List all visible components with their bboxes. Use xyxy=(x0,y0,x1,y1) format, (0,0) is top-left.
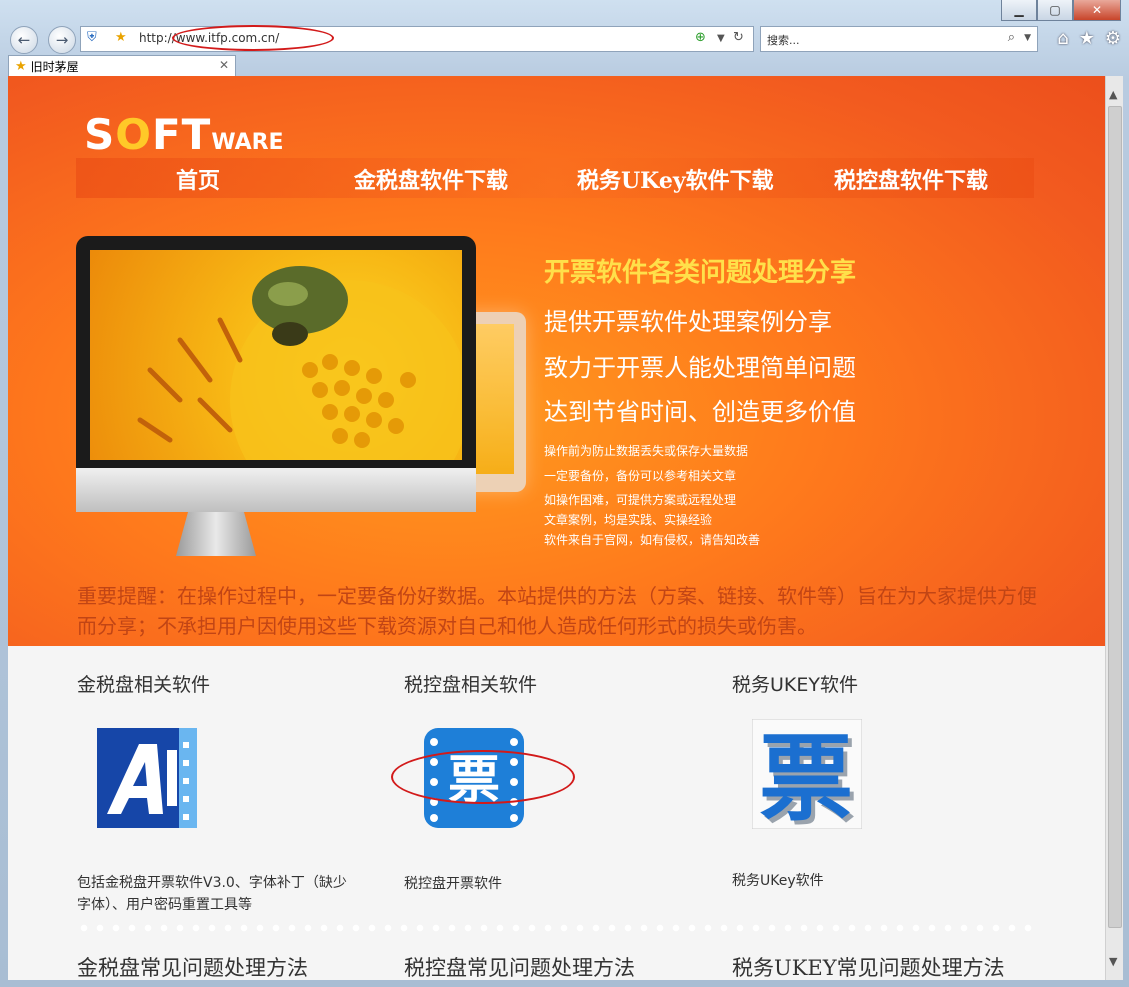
back-arrow-icon: ← xyxy=(17,31,31,49)
tab-main[interactable]: ★ 旧时茅屋 ✕ xyxy=(8,55,236,77)
annotation-ellipse-url xyxy=(172,25,334,51)
hero-title: 开票软件各类问题处理分享 xyxy=(544,258,857,288)
bottom-title-jinshuipan[interactable]: 金税盘常见问题处理方法 xyxy=(77,952,308,980)
favorites-star-icon: ★ xyxy=(115,30,127,45)
page-content: SOFTWARE 首页 金税盘软件下载 税务UKey软件下载 税控盘软件下载 开… xyxy=(8,76,1105,980)
menu-item-jinshuipan[interactable]: 金税盘软件下载 xyxy=(354,163,508,195)
vertical-scrollbar[interactable]: ▲ ▼ xyxy=(1105,76,1123,980)
hero-line-2: 致力于开票人能处理简单问题 xyxy=(544,354,856,382)
tab-bar: ★ 旧时茅屋 ✕ xyxy=(8,54,1121,77)
flower-beetle-image xyxy=(90,250,462,460)
monitor-image xyxy=(76,236,476,512)
scroll-thumb[interactable] xyxy=(1108,106,1122,928)
shield-icon: ⛨ xyxy=(87,30,97,45)
site-logo[interactable]: SOFTWARE xyxy=(84,110,284,159)
icon-glyph-text: 票 xyxy=(759,725,853,829)
compatibility-icon[interactable]: ⊕ xyxy=(695,30,706,45)
section-title[interactable]: 金税盘相关软件 xyxy=(77,670,377,697)
favorites-icon[interactable]: ★ xyxy=(1079,28,1095,49)
hero-line-1: 提供开票软件处理案例分享 xyxy=(544,308,832,336)
search-dropdown-icon[interactable]: ▼ xyxy=(1024,33,1031,43)
close-button[interactable]: ✕ xyxy=(1073,0,1121,21)
search-box[interactable]: 搜索... ⌕ ▼ xyxy=(760,26,1038,52)
section-title[interactable]: 税控盘相关软件 xyxy=(404,670,704,697)
search-icon[interactable]: ⌕ xyxy=(1008,30,1015,45)
search-input[interactable]: 搜索... xyxy=(767,32,800,48)
dropdown-icon[interactable]: ▼ xyxy=(717,33,725,44)
scroll-up-icon[interactable]: ▲ xyxy=(1109,88,1117,101)
section-jinshuipan-software: 金税盘相关软件 xyxy=(77,670,377,697)
forward-arrow-icon: → xyxy=(55,31,69,49)
important-notice: 重要提醒：在操作过程中，一定要备份好数据。本站提供的方法（方案、链接、软件等）旨… xyxy=(77,584,1037,638)
tab-favicon-star-icon: ★ xyxy=(15,59,27,74)
minimize-button[interactable]: ▁ xyxy=(1001,0,1037,21)
section-desc: 税务UKey软件 xyxy=(732,873,824,889)
menu-item-ukey[interactable]: 税务UKey软件下载 xyxy=(577,163,774,195)
section-shuikongpan-software: 税控盘相关软件 xyxy=(404,670,704,697)
section-title[interactable]: 税务UKEY软件 xyxy=(732,670,1032,697)
section-ukey-software: 税务UKEY软件 xyxy=(732,670,1032,697)
forward-button[interactable]: → xyxy=(48,26,76,54)
main-menu: 首页 金税盘软件下载 税务UKey软件下载 税控盘软件下载 xyxy=(76,158,1034,198)
hero-small-5: 软件来自于官网，如有侵权，请告知改善 xyxy=(544,533,761,547)
hero-banner: SOFTWARE 首页 金税盘软件下载 税务UKey软件下载 税控盘软件下载 开… xyxy=(8,76,1105,646)
scroll-down-icon[interactable]: ▼ xyxy=(1109,955,1117,968)
back-button[interactable]: ← xyxy=(10,26,38,54)
section-desc: 税控盘开票软件 xyxy=(404,876,502,892)
dotted-divider xyxy=(76,924,1036,932)
tab-title: 旧时茅屋 xyxy=(30,60,79,74)
hero-small-1: 操作前为防止数据丢失或保存大量数据 xyxy=(544,444,749,458)
annotation-ellipse-icon xyxy=(391,750,575,804)
bottom-title-shuikongpan[interactable]: 税控盘常见问题处理方法 xyxy=(404,952,635,980)
browser-tools: ⌂ ★ ⚙ xyxy=(1057,28,1121,49)
menu-item-home[interactable]: 首页 xyxy=(176,163,220,195)
monitor-stand xyxy=(176,512,256,556)
window-controls: ▁ ▢ ✕ xyxy=(1001,0,1121,21)
ukey-app-icon[interactable]: 票 票 xyxy=(751,718,863,838)
hero-small-3: 如操作困难，可提供方案或远程处理 xyxy=(544,493,737,507)
refresh-icon[interactable]: ↻ xyxy=(733,30,744,45)
bottom-title-ukey[interactable]: 税务UKEY常见问题处理方法 xyxy=(732,952,1005,980)
settings-gear-icon[interactable]: ⚙ xyxy=(1105,28,1121,49)
home-icon[interactable]: ⌂ xyxy=(1057,28,1068,49)
monitor-chin xyxy=(76,468,476,512)
hero-small-2: 一定要备份，备份可以参考相关文章 xyxy=(544,469,737,483)
tab-close-icon[interactable]: ✕ xyxy=(219,58,229,72)
hero-line-3: 达到节省时间、创造更多价值 xyxy=(544,398,856,426)
jinshuipan-app-icon[interactable] xyxy=(97,728,197,832)
hero-small-4: 文章案例，均是实践、实操经验 xyxy=(544,513,713,527)
maximize-button[interactable]: ▢ xyxy=(1037,0,1073,21)
menu-item-shuikongpan[interactable]: 税控盘软件下载 xyxy=(834,163,988,195)
section-desc: 包括金税盘开票软件V3.0、字体补丁（缺少字体）、用户密码重置工具等 xyxy=(77,875,347,913)
